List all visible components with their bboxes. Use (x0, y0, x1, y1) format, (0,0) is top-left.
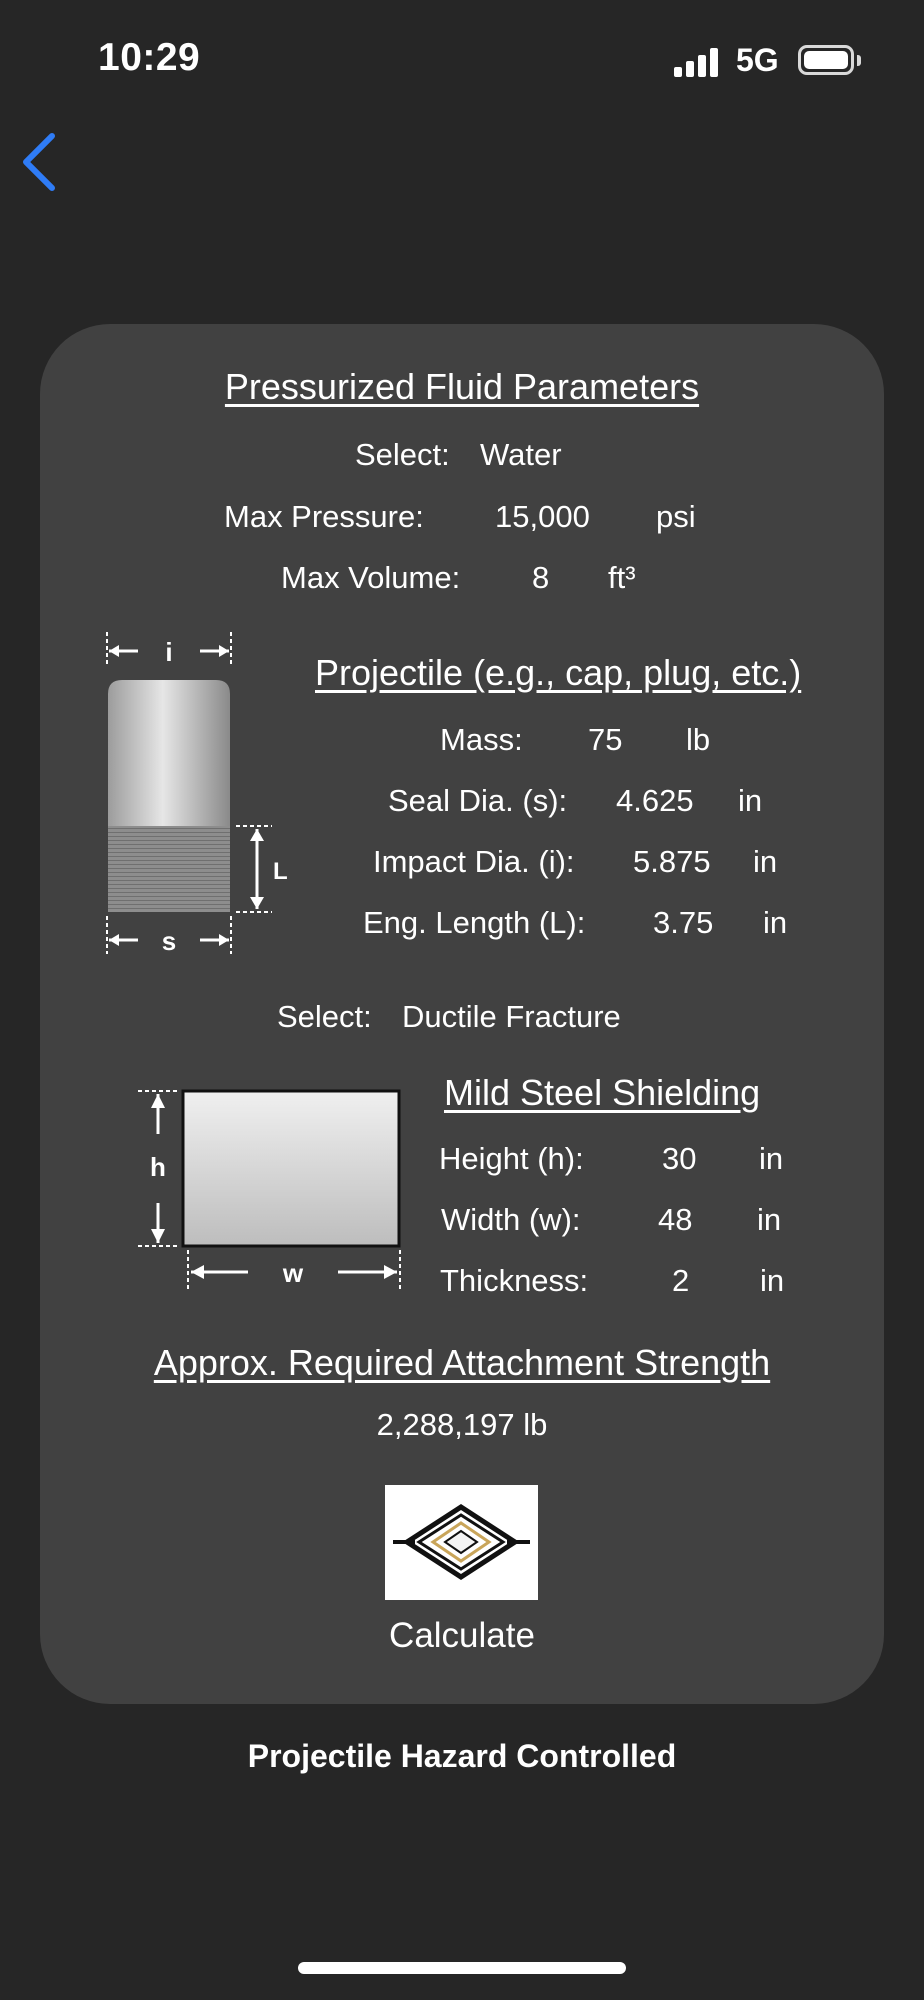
battery-tip (857, 55, 861, 66)
seal-dia-input[interactable]: 4.625 (616, 783, 694, 819)
height-label: Height (h): (439, 1141, 584, 1176)
cellular-signal-icon (674, 45, 722, 77)
fluid-select[interactable]: Water (480, 437, 562, 473)
eng-length-input[interactable]: 3.75 (653, 905, 713, 941)
fluid-heading: Pressurized Fluid Parameters (224, 366, 700, 407)
max-pressure-input[interactable]: 15,000 (495, 499, 590, 535)
width-label: Width (w): (441, 1202, 581, 1237)
dim-label-h: h (150, 1152, 166, 1182)
max-volume-input[interactable]: 8 (532, 560, 549, 596)
max-pressure-label: Max Pressure: (224, 499, 424, 534)
seal-dia-unit: in (738, 783, 763, 818)
impact-dia-label: Impact Dia. (i): (373, 844, 575, 879)
chevron-left-icon (23, 133, 55, 191)
status-time: 10:29 (98, 36, 201, 79)
dim-label-l: L (273, 858, 288, 885)
thickness-label: Thickness: (440, 1263, 589, 1298)
mass-unit: lb (686, 722, 711, 757)
fluid-select-label: Select: (355, 437, 450, 472)
result-heading: Approx. Required Attachment Strength (153, 1342, 771, 1383)
projectile-diagram: i L s (106, 632, 288, 956)
mass-input[interactable]: 75 (588, 722, 622, 758)
dim-label-w: w (282, 1258, 304, 1288)
impact-dia-input[interactable]: 5.875 (633, 844, 711, 880)
impact-dia-unit: in (753, 844, 778, 879)
dim-label-s: s (162, 926, 176, 956)
back-button[interactable] (18, 132, 62, 192)
battery-icon (798, 45, 854, 75)
projectile-heading: Projectile (e.g., cap, plug, etc.) (315, 652, 802, 693)
home-indicator[interactable] (298, 1962, 626, 1974)
thickness-unit: in (760, 1263, 785, 1298)
calculate-logo-button[interactable] (385, 1485, 538, 1600)
failure-mode-select[interactable]: Ductile Fracture (402, 999, 621, 1035)
height-input[interactable]: 30 (662, 1141, 696, 1177)
dim-label-i: i (165, 637, 172, 667)
result-value: 2,288,197 lb (376, 1407, 548, 1442)
height-unit: in (759, 1141, 784, 1176)
calculate-button[interactable]: Calculate (389, 1616, 535, 1656)
network-type: 5G (736, 42, 779, 78)
seal-dia-label: Seal Dia. (s): (388, 783, 568, 818)
max-volume-label: Max Volume: (281, 560, 461, 595)
diamond-logo-icon (393, 1504, 530, 1580)
footer-status: Projectile Hazard Controlled (247, 1738, 677, 1774)
shielding-heading: Mild Steel Shielding (444, 1072, 761, 1113)
mass-label: Mass: (440, 722, 523, 757)
max-volume-unit: ft³ (608, 560, 636, 595)
eng-length-label: Eng. Length (L): (363, 905, 586, 940)
width-input[interactable]: 48 (658, 1202, 692, 1238)
shielding-diagram: h w (138, 1089, 401, 1290)
eng-length-unit: in (763, 905, 788, 940)
max-pressure-unit: psi (656, 499, 696, 534)
failure-select-label: Select: (277, 999, 372, 1034)
width-unit: in (757, 1202, 782, 1237)
thickness-input[interactable]: 2 (672, 1263, 689, 1299)
